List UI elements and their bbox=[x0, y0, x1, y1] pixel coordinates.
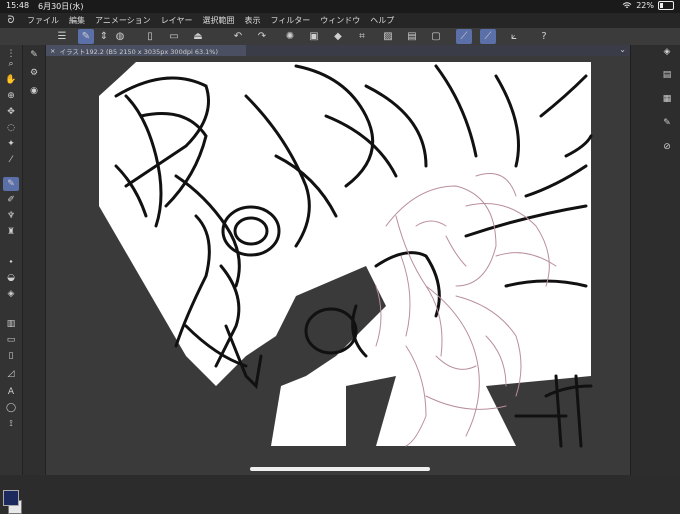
sub-tool-icon[interactable]: ✎ bbox=[26, 47, 42, 63]
menu-edit[interactable]: 編集 bbox=[64, 15, 90, 26]
pen-icon[interactable]: ✎ bbox=[3, 177, 19, 191]
fill-icon[interactable]: ◆ bbox=[330, 29, 346, 44]
document-tab-bar: × イラスト192.2 (B5 2150 x 3035px 300dpi 63.… bbox=[46, 45, 630, 56]
eraser-icon[interactable]: ⬩ bbox=[3, 255, 19, 269]
menu-bar: ᘐ ファイル 編集 アニメーション レイヤー 選択範囲 表示 フィルター ウィン… bbox=[0, 13, 680, 28]
brush-icon[interactable]: ♆ bbox=[3, 209, 19, 223]
balloon-icon[interactable]: ◯ bbox=[3, 401, 19, 415]
correct-line-icon[interactable]: ⟟ bbox=[3, 417, 19, 431]
save-icon[interactable]: ⏏ bbox=[190, 29, 206, 44]
new-file-icon[interactable]: ▯ bbox=[142, 29, 158, 44]
undo-icon[interactable]: ↶ bbox=[230, 29, 246, 44]
drawing-canvas[interactable] bbox=[46, 56, 630, 475]
menu-animation[interactable]: アニメーション bbox=[90, 15, 156, 26]
ios-status-bar: 15:48 6月30日(水) 22% bbox=[0, 0, 680, 13]
menu-selection[interactable]: 選択範囲 bbox=[197, 15, 239, 26]
invert-icon[interactable]: ▤ bbox=[404, 29, 420, 44]
text-icon[interactable]: A bbox=[3, 385, 19, 399]
move-icon[interactable]: ✥ bbox=[3, 105, 19, 119]
lasso-icon[interactable]: ◌ bbox=[3, 121, 19, 135]
eyedropper-icon[interactable]: ⁄ bbox=[3, 153, 19, 167]
main-color-chip[interactable] bbox=[3, 490, 19, 506]
zoom-icon[interactable]: ⌕ bbox=[3, 57, 19, 71]
battery-icon bbox=[658, 1, 674, 10]
bucket-icon[interactable]: ◈ bbox=[3, 287, 19, 301]
tool-property-icon[interactable]: ✎ bbox=[78, 29, 94, 44]
crop-icon[interactable]: ▢ bbox=[428, 29, 444, 44]
copy-icon[interactable]: ▣ bbox=[306, 29, 322, 44]
status-date: 6月30日(水) bbox=[38, 2, 84, 11]
ruler-icon[interactable]: ◿ bbox=[3, 367, 19, 381]
wifi-icon bbox=[622, 2, 632, 8]
layers-stack-icon[interactable]: ◈ bbox=[659, 44, 675, 60]
menu-window[interactable]: ウィンドウ bbox=[315, 15, 365, 26]
sub-tool-strip: ✎ ⚙ ◉ bbox=[23, 45, 46, 475]
tool-bar: ⋮ ⌕ ✋ ⊕ ✥ ◌ ✦ ⁄ ✎ ✐ ♆ ♜ ⬩ ◒ ◈ ▥ ▭ ▯ ◿ A … bbox=[0, 45, 23, 514]
pen-snap-icon[interactable]: ⟋ bbox=[480, 29, 496, 44]
help-icon[interactable]: ? bbox=[536, 29, 552, 44]
battery-percent: 22% bbox=[636, 1, 654, 10]
status-right: 22% bbox=[622, 1, 674, 10]
chevron-down-icon[interactable]: ⌄ bbox=[619, 45, 626, 54]
layer-palette-icon[interactable]: ▤ bbox=[659, 67, 675, 83]
navigator-icon[interactable]: ✎ bbox=[659, 115, 675, 131]
menu-layer[interactable]: レイヤー bbox=[156, 15, 198, 26]
layer-color-icon[interactable]: ◍ bbox=[112, 29, 128, 44]
frame-icon[interactable]: ▯ bbox=[3, 349, 19, 363]
settings-icon[interactable]: ✺ bbox=[282, 29, 298, 44]
redo-icon[interactable]: ↷ bbox=[254, 29, 270, 44]
hand-icon[interactable]: ✋ bbox=[3, 73, 19, 87]
menu-filter[interactable]: フィルター bbox=[265, 15, 315, 26]
tool-property-palette-icon[interactable]: ⚙ bbox=[26, 65, 42, 81]
clip-studio-logo-icon[interactable]: ᘐ bbox=[0, 15, 22, 26]
gradient-icon[interactable]: ▥ bbox=[3, 317, 19, 331]
close-tab-icon[interactable]: × bbox=[50, 47, 55, 55]
search-palette-icon[interactable]: ⊘ bbox=[659, 139, 675, 155]
menu-file[interactable]: ファイル bbox=[22, 15, 64, 26]
pencil-icon[interactable]: ✐ bbox=[3, 193, 19, 207]
home-indicator bbox=[250, 467, 430, 471]
perspective-icon[interactable]: ⟀ bbox=[506, 29, 522, 44]
menu-help[interactable]: ヘルプ bbox=[365, 15, 399, 26]
status-time: 15:48 bbox=[6, 1, 30, 10]
menu-view[interactable]: 表示 bbox=[239, 15, 265, 26]
right-palette-dock: ◈ ▤ ▦ ✎ ⊘ bbox=[630, 45, 680, 475]
document-tab[interactable]: × イラスト192.2 (B5 2150 x 3035px 300dpi 63.… bbox=[46, 45, 246, 56]
canvas-area[interactable] bbox=[46, 56, 630, 475]
arrows-updown-icon[interactable]: ⇕ bbox=[96, 29, 112, 44]
object-icon[interactable]: ⊕ bbox=[3, 89, 19, 103]
material-icon[interactable]: ▦ bbox=[659, 91, 675, 107]
hamburger-menu-icon[interactable]: ☰ bbox=[54, 29, 70, 44]
transform-icon[interactable]: ⌗ bbox=[354, 29, 370, 44]
brush-size-icon[interactable]: ◉ bbox=[26, 83, 42, 99]
open-folder-icon[interactable]: ▭ bbox=[166, 29, 182, 44]
ruler-snap-icon[interactable]: ⟋ bbox=[456, 29, 472, 44]
clear-icon[interactable]: ▨ bbox=[380, 29, 396, 44]
figure-icon[interactable]: ▭ bbox=[3, 333, 19, 347]
command-bar: ☰ ✎ ⇕ ◍ ▯ ▭ ⏏ ↶ ↷ ✺ ▣ ◆ ⌗ ▨ ▤ ▢ ⟋ ⟋ ⟀ ? bbox=[0, 28, 680, 46]
magic-wand-icon[interactable]: ✦ bbox=[3, 137, 19, 151]
airbrush-icon[interactable]: ♜ bbox=[3, 225, 19, 239]
blend-icon[interactable]: ◒ bbox=[3, 271, 19, 285]
document-title: イラスト192.2 (B5 2150 x 3035px 300dpi 63.1%… bbox=[59, 47, 219, 56]
